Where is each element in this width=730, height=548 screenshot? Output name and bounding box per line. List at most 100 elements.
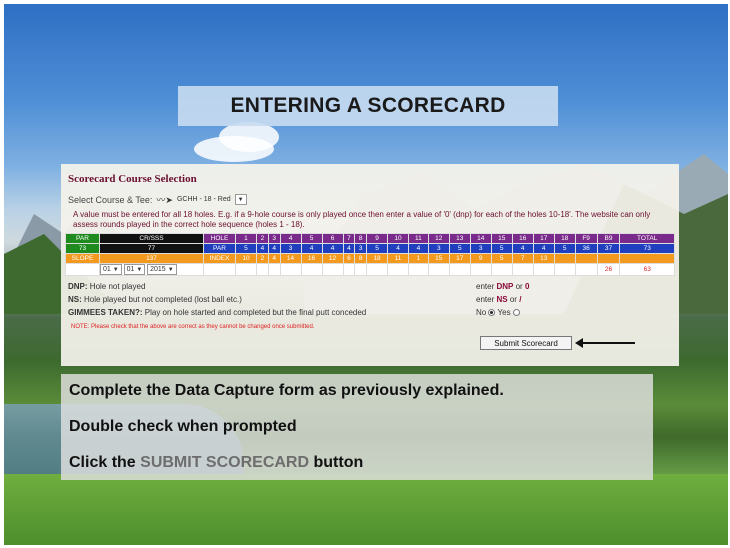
hole-cell: 4 [279,233,302,244]
score-input[interactable]: 5 [469,263,492,276]
year-dropdown[interactable]: 2015 ▼ [147,264,177,275]
par-cell: 4 [255,243,269,254]
yes-radio[interactable] [512,309,520,317]
index-cell: 17 [448,253,471,264]
par-cell: 36 [574,243,598,254]
year-value: 2015 [150,266,166,273]
score-input[interactable]: 4 [342,263,356,276]
enter-label: enter [476,282,495,291]
pointer-arrow-icon [575,338,635,348]
hole-cell: 15 [490,233,513,244]
score-input[interactable]: / [408,263,429,276]
day-value: 01 [103,266,111,273]
slide-background: ENTERING A SCORECARD Scorecard Course Se… [4,4,728,545]
par-cell: 5 [553,243,576,254]
hole-cell: 3 [267,233,281,244]
score-input[interactable]: 4 [490,263,513,276]
no-label: No [476,308,487,317]
line3-c: button [313,454,364,471]
course-tee-dropdown[interactable]: ▼ [234,194,247,205]
slope-value: 137 [99,253,204,264]
hole-cell: 13 [448,233,471,244]
index-cell: 16 [300,253,323,264]
no-radio[interactable] [488,309,496,317]
slide-title-box: ENTERING A SCORECARD [178,86,558,126]
score-b9: 26 [596,263,621,276]
par-cell: 5 [490,243,513,254]
gimmees-options: No Yes [476,308,520,317]
par-cell: 4 [342,243,356,254]
index-cell: 10 [235,253,257,264]
gimmees-text: Play on hole started and completed but t… [144,308,367,317]
day-dropdown[interactable]: 01 ▼ [100,264,122,275]
index-cell: 8 [354,253,368,264]
month-value: 01 [126,266,135,273]
crss-label: CR/SSS [99,233,204,244]
score-input[interactable]: 0 [532,263,555,276]
score-f9: 37 [574,263,598,276]
score-input[interactable]: 5 [235,263,257,276]
par-label: PAR [65,233,100,244]
or-label: or [515,282,523,291]
scorecard-grid: PAR CR/SSS HOLE 1 2 3 4 5 6 7 8 9 10 11 … [65,233,675,276]
score-input[interactable]: 5 [267,263,281,276]
index-cell: 15 [427,253,450,264]
hole-cell: 9 [366,233,389,244]
gimmees-key: GIMMEES TAKEN?: [68,308,143,317]
score-input[interactable]: 5 [448,263,471,276]
score-input[interactable]: 2 [354,263,368,276]
panel-heading: Scorecard Course Selection [68,173,197,185]
dnp-text: Hole not played [89,282,146,291]
enter-label: enter [476,295,495,304]
par-row-label: PAR [203,243,236,254]
dnp-row: DNP: Hole not played enter DNP or 0 [68,280,675,293]
hole-cell: 6 [321,233,344,244]
par-cell: 3 [354,243,368,254]
submit-scorecard-button[interactable]: Submit Scorecard [480,336,572,350]
score-input[interactable]: 4 [387,263,410,276]
par-cell: 5 [235,243,257,254]
index-cell [574,253,598,264]
par-cell: 4 [511,243,534,254]
index-cell: 2 [255,253,269,264]
index-cell [619,253,675,264]
par-value: 73 [65,243,100,254]
index-cell: 5 [490,253,513,264]
score-input[interactable]: 4 [366,263,389,276]
ns-text: Hole played but not completed (lost ball… [84,295,242,304]
par-cell: 3 [279,243,302,254]
score-input[interactable]: 5 [321,263,344,276]
ns-row: NS: Hole played but not completed (lost … [68,293,675,306]
score-input[interactable]: 4 [255,263,269,276]
par-cell: 4 [300,243,323,254]
score-input[interactable]: 4 [511,263,534,276]
hole-cell: 5 [300,233,323,244]
line3-highlight: SUBMIT SCORECARD [140,454,310,471]
index-cell: 9 [469,253,492,264]
date-label: DATE: [65,263,100,276]
index-cell: 13 [532,253,555,264]
hole-cell: 7 [342,233,356,244]
chevron-down-icon: ▼ [167,266,174,273]
hole-cell: 16 [511,233,534,244]
index-cell: 11 [387,253,410,264]
hole-cell: F9 [574,233,598,244]
month-dropdown[interactable]: 01 ▼ [123,264,146,275]
hole-cell: 11 [408,233,429,244]
hole-cell: 2 [255,233,269,244]
score-input[interactable]: 6 [300,263,323,276]
slash-code: / [519,295,522,304]
instruction-line-3: Click the SUBMIT SCORECARD button [69,454,363,472]
course-logo-icon: 〰➤ [156,195,173,205]
par-cell: 4 [532,243,555,254]
slide-title: ENTERING A SCORECARD [230,94,506,117]
score-input[interactable]: 4 [427,263,450,276]
score-total: 63 [619,263,675,276]
hole-cell: 12 [427,233,450,244]
par-cell: 3 [427,243,450,254]
score-input[interactable]: 2 [279,263,302,276]
par-cell: 37 [596,243,621,254]
instruction-line-2: Double check when prompted [69,418,297,435]
hole-label: HOLE [203,233,236,244]
score-input[interactable]: 0 [553,263,576,276]
